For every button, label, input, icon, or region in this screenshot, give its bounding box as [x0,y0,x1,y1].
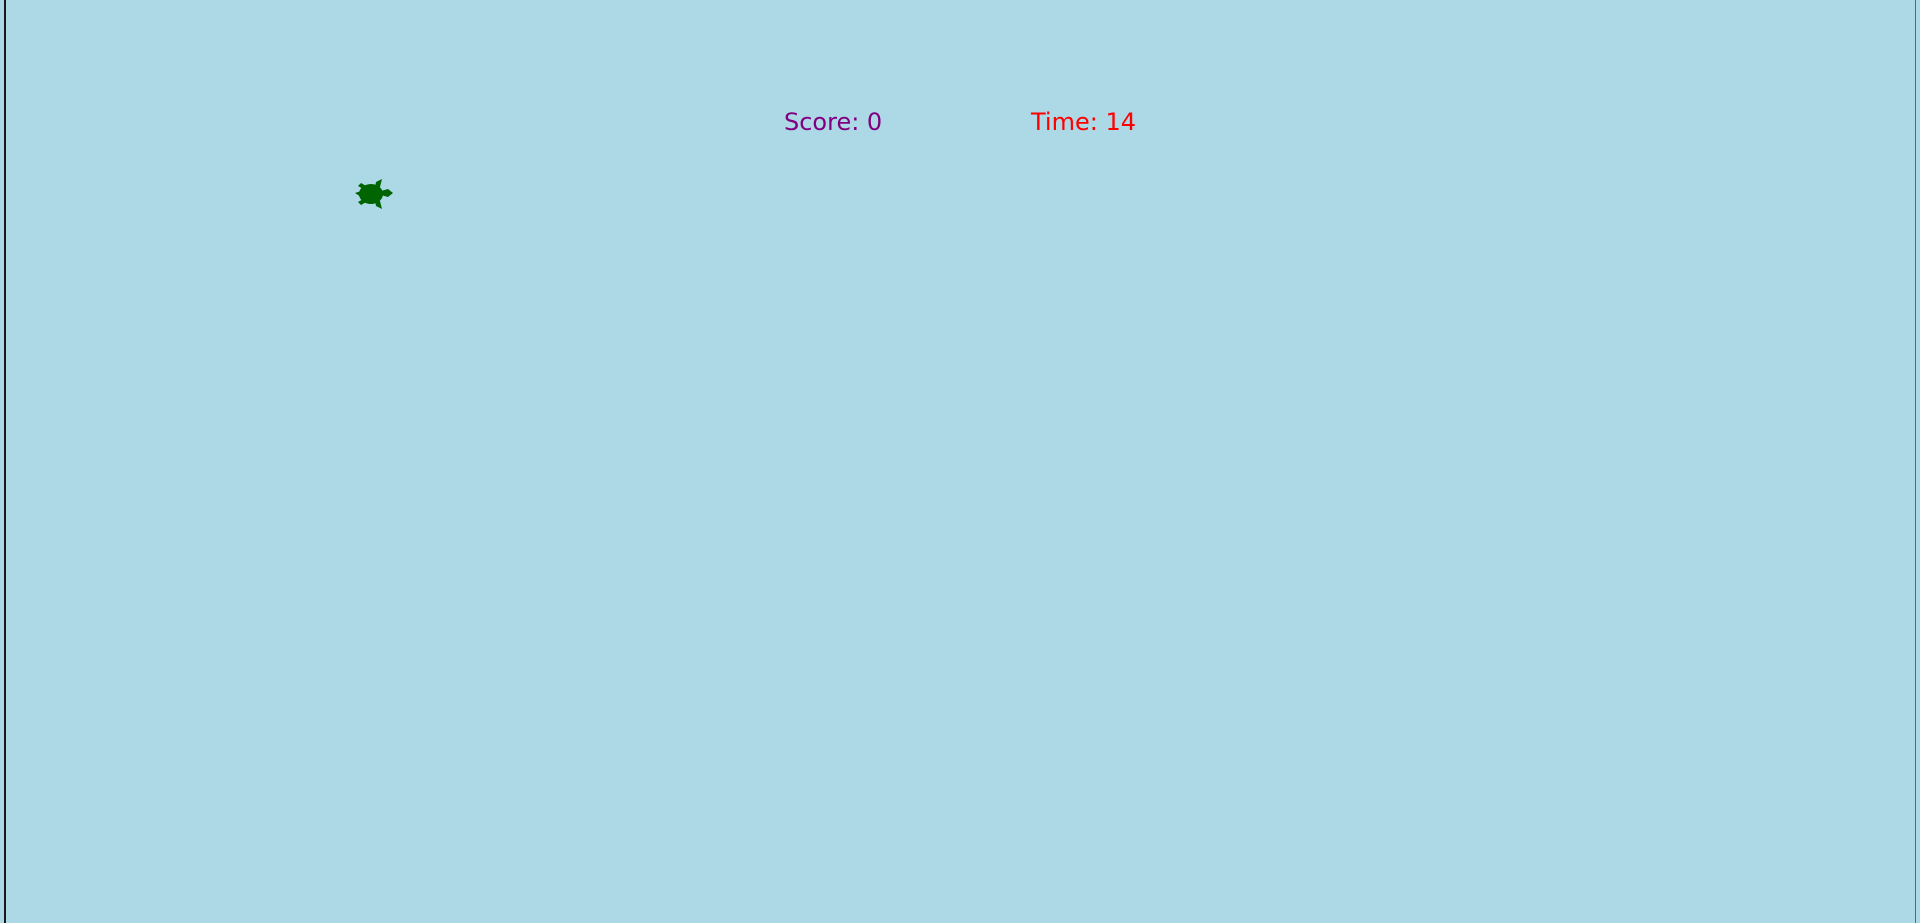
timer-display: Time: 14 [1031,108,1136,136]
turtle-icon[interactable] [353,175,403,213]
score-display: Score: 0 [784,108,883,136]
game-canvas[interactable]: Score: 0 Time: 14 [0,0,1920,923]
left-window-border [4,0,6,923]
turtle-body [355,179,393,209]
right-window-border [1915,0,1916,923]
